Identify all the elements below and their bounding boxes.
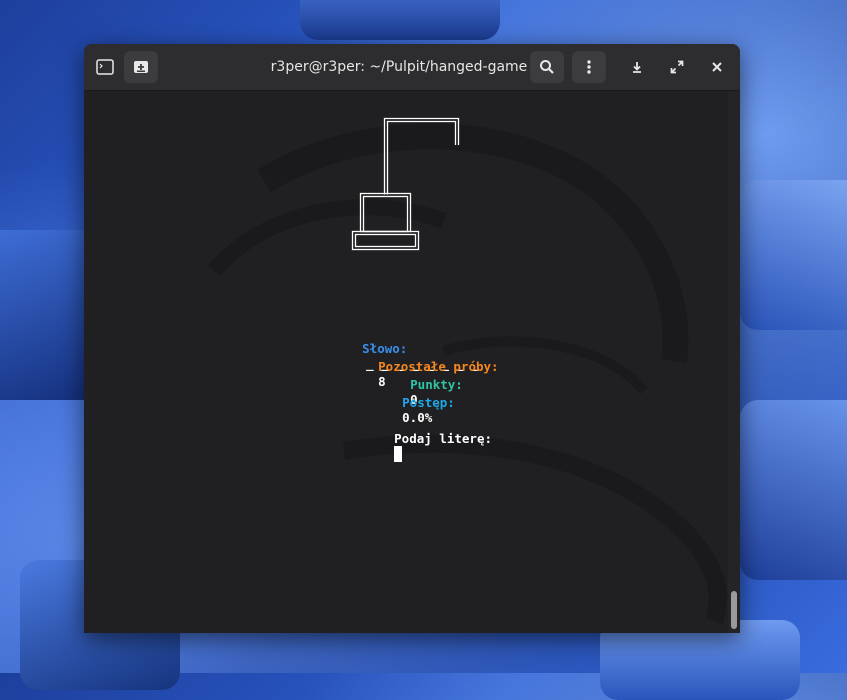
minimize-button[interactable] (620, 51, 654, 83)
close-button[interactable] (700, 51, 734, 83)
scrollbar[interactable] (728, 91, 740, 633)
terminal-window: r3per@r3per: ~/Pulpit/hanged-game Słowo:… (84, 44, 740, 633)
search-button[interactable] (530, 51, 564, 83)
wallpaper-cube (300, 0, 500, 40)
new-tab-icon (134, 61, 148, 73)
download-icon (633, 62, 641, 73)
search-icon (540, 60, 554, 74)
terminal-icon (88, 51, 122, 83)
window-title: r3per@r3per: ~/Pulpit/hanged-game (270, 59, 528, 75)
close-icon (712, 62, 722, 72)
prompt-line[interactable]: Podaj literę: (349, 416, 492, 477)
menu-dots-icon (587, 60, 591, 74)
maximize-button[interactable] (660, 51, 694, 83)
new-tab-button[interactable] (124, 51, 158, 83)
menu-button[interactable] (572, 51, 606, 83)
text-cursor (394, 446, 403, 462)
gallows-drawing (351, 117, 460, 251)
wallpaper-cube (740, 400, 847, 580)
progress-label: Postęp: (402, 395, 455, 410)
window-titlebar[interactable]: r3per@r3per: ~/Pulpit/hanged-game (84, 44, 740, 91)
wallpaper-cube (740, 180, 847, 330)
terminal-content[interactable]: Słowo: _ _ _ _ _ _ _ _ Pozostałe próby: … (84, 91, 740, 633)
letter-prompt: Podaj literę: (394, 431, 492, 446)
scrollbar-thumb[interactable] (731, 591, 737, 629)
fullscreen-icon (670, 60, 684, 74)
